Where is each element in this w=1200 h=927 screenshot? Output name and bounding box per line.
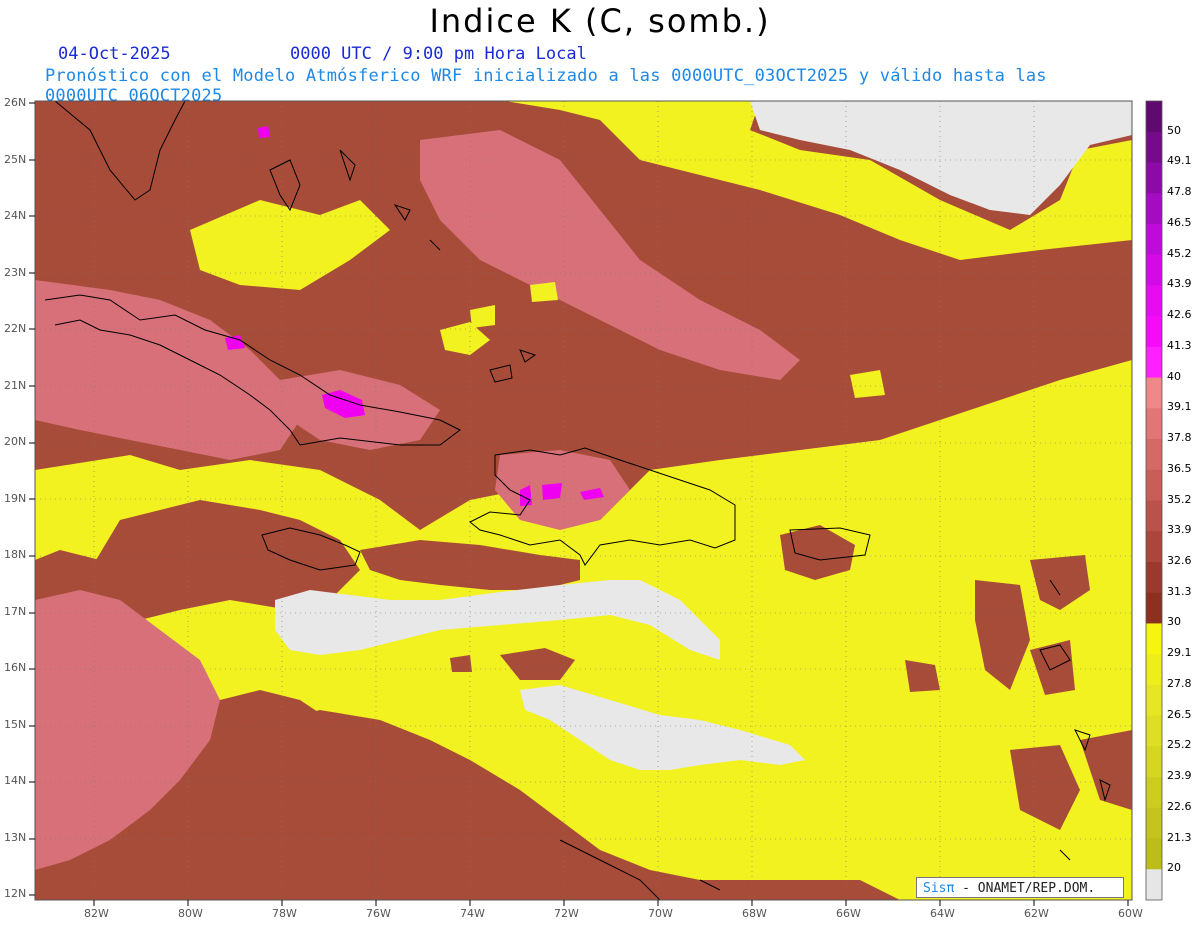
colorbar-swatch [1146,500,1162,532]
colorbar-label-46.5: 46.5 [1167,215,1192,229]
peak-cell-6 [258,126,270,138]
colorbar-label-35.2: 35.2 [1167,492,1192,506]
colorbar-swatch [1146,377,1162,409]
colorbar-swatch [1146,838,1162,870]
logo-text: - ONAMET/REP.DOM. [962,881,1096,896]
lat-label-21N: 21N [4,378,27,392]
colorbar-swatch [1146,316,1162,348]
colorbar-label-36.5: 36.5 [1167,461,1192,475]
colorbar-swatch [1146,101,1162,133]
lon-label-72W: 72W [554,907,579,920]
colorbar-swatch [1146,162,1162,194]
onamet-logo: Sisπ - ONAMET/REP.DOM. [916,877,1124,898]
colorbar-label-25.2: 25.2 [1167,738,1192,752]
map-figure [29,100,1163,906]
lon-label-76W: 76W [366,907,391,920]
brown-patch-south-3 [450,655,472,672]
colorbar-label-37.8: 37.8 [1167,431,1192,445]
lat-label-26N: 26N [4,96,27,109]
lon-label-66W: 66W [836,907,861,920]
colorbar-swatch [1146,654,1162,686]
lon-label-74W: 74W [460,907,485,920]
colorbar-swatch [1146,408,1162,440]
colorbar-label-27.8: 27.8 [1167,676,1192,690]
peak-cell-4 [542,483,562,500]
colorbar-swatch [1146,346,1162,379]
colorbar-swatch [1146,131,1162,163]
colorbar-label-41.3: 41.3 [1167,338,1192,352]
colorbar-swatch [1146,469,1162,501]
colorbar-swatch [1146,531,1162,563]
lat-label-20N: 20N [4,435,27,448]
colorbar-label-23.9: 23.9 [1167,769,1192,783]
lat-label-15N: 15N [4,717,27,731]
colorbar-swatch [1146,777,1162,809]
colorbar-swatch [1146,285,1162,317]
lat-label-24N: 24N [4,209,27,222]
lat-label-23N: 23N [4,265,27,279]
colorbar-swatch [1146,807,1162,840]
lat-label-14N: 14N [4,774,27,787]
colorbar-label-32.6: 32.6 [1167,553,1192,567]
lat-label-16N: 16N [4,661,27,674]
lat-label-19N: 19N [4,491,27,505]
colorbar-label-43.9: 43.9 [1167,277,1192,291]
lon-label-60W: 60W [1118,907,1143,920]
colorbar-missing-swatch [1146,869,1162,900]
logo-sis: Sisπ [923,881,955,896]
colorbar-label-22.6: 22.6 [1167,799,1192,813]
colorbar-label-49.1: 49.1 [1167,154,1192,168]
colorbar-swatch [1146,592,1162,624]
colorbar-label-26.5: 26.5 [1167,707,1192,721]
colorbar-label-31.3: 31.3 [1167,584,1192,598]
yellow-island-2 [530,282,558,302]
colorbar-swatch [1146,254,1162,286]
lat-label-17N: 17N [4,604,27,618]
colorbar-label-42.6: 42.6 [1167,308,1192,322]
colorbar-label-21.3: 21.3 [1167,830,1192,844]
colorbar-label-29.1: 29.1 [1167,646,1192,660]
colorbar-swatches [1146,101,1162,900]
lat-label-12N: 12N [4,887,27,900]
colorbar-label-45.2: 45.2 [1167,246,1192,260]
lon-label-68W: 68W [742,907,767,920]
colorbar-label-20: 20 [1167,861,1181,875]
lon-label-64W: 64W [930,907,955,920]
colorbar-swatch [1146,193,1162,225]
colorbar-label-30: 30 [1167,615,1181,629]
colorbar-label-40: 40 [1167,369,1181,383]
colorbar-swatch [1146,439,1162,471]
lon-label-70W: 70W [648,907,673,920]
colorbar-label-50: 50 [1167,123,1181,137]
colorbar-swatch [1146,223,1162,256]
lon-label-62W: 62W [1024,907,1049,920]
lon-label-78W: 78W [272,907,297,920]
colorbar-swatch [1146,684,1162,717]
colorbar-label-33.9: 33.9 [1167,523,1192,537]
lat-label-13N: 13N [4,830,27,844]
yellow-island-3 [850,370,885,398]
colorbar-label-39.1: 39.1 [1167,400,1192,414]
lat-label-25N: 25N [4,152,27,166]
lat-label-18N: 18N [4,548,27,561]
colorbar-swatch [1146,561,1162,594]
lon-label-82W: 82W [84,907,109,920]
colorbar-swatch [1146,623,1162,655]
colorbar-swatch [1146,715,1162,747]
lat-label-22N: 22N [4,322,27,335]
colorbar-swatch [1146,746,1162,778]
colorbar-label-47.8: 47.8 [1167,185,1192,199]
k-index-field [35,101,1132,900]
lon-label-80W: 80W [178,907,203,920]
